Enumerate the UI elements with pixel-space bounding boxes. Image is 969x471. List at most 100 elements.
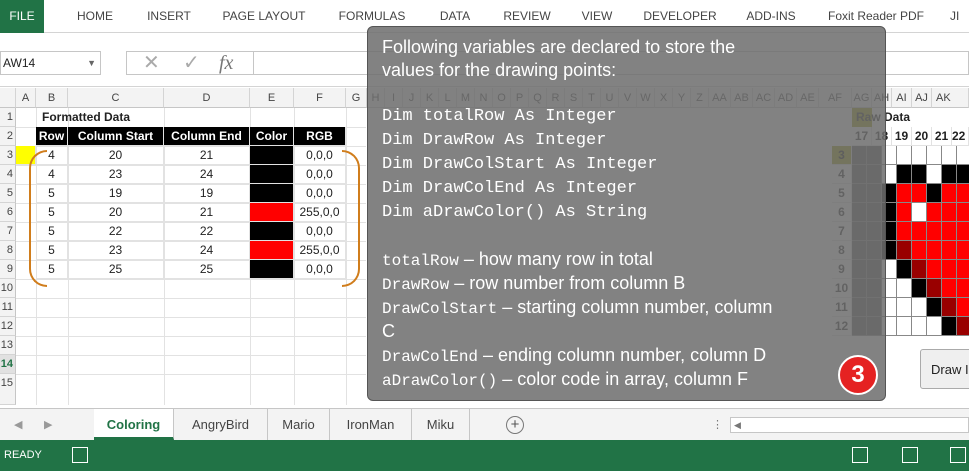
overlay-var-name: aDrawColor() xyxy=(382,372,498,390)
table-cell-rgb[interactable]: 0,0,0 xyxy=(294,165,346,184)
status-bar: READY xyxy=(0,440,969,471)
insert-function-icon[interactable]: fx xyxy=(219,52,233,74)
header-column-start: Column Start xyxy=(68,127,164,146)
table-cell-rgb[interactable]: 0,0,0 xyxy=(294,146,346,165)
table-cell-col-end[interactable]: 21 xyxy=(164,146,250,165)
sheet-tab-ironman[interactable]: IronMan xyxy=(330,409,412,440)
enter-icon[interactable]: ✓ xyxy=(183,52,200,74)
table-title: Formatted Data xyxy=(42,110,131,124)
sheet-tab-coloring[interactable]: Coloring xyxy=(94,409,174,440)
table-cell-rgb[interactable]: 0,0,0 xyxy=(294,184,346,203)
select-all-corner[interactable] xyxy=(0,88,16,108)
row-header[interactable]: 13 xyxy=(0,336,16,355)
status-ready: READY xyxy=(4,449,42,461)
row-header[interactable]: 8 xyxy=(0,241,16,260)
sheet-tab-mario[interactable]: Mario xyxy=(268,409,330,440)
table-cell-col-start[interactable]: 23 xyxy=(68,241,164,260)
row-header[interactable]: 1 xyxy=(0,108,16,127)
table-cell-color[interactable] xyxy=(250,146,294,165)
sheet-tab-angrybird[interactable]: AngryBird xyxy=(174,409,268,440)
overlay-var-name: totalRow xyxy=(382,252,459,270)
col-header-e[interactable]: E xyxy=(250,88,294,108)
sheet-tab-bar: ◀ ▶ Coloring AngryBird Mario IronMan Mik… xyxy=(0,408,969,440)
table-cell-col-end[interactable]: 25 xyxy=(164,260,250,279)
row-header[interactable]: 7 xyxy=(0,222,16,241)
scroll-left-icon[interactable]: ◀ xyxy=(14,409,22,441)
page-break-view-icon[interactable] xyxy=(950,447,966,463)
tab-ji[interactable]: JI xyxy=(950,0,969,33)
table-cell-rgb[interactable]: 0,0,0 xyxy=(294,222,346,241)
table-cell-col-end[interactable]: 19 xyxy=(164,184,250,203)
col-header-ak[interactable]: AK xyxy=(932,88,969,108)
col-header-a[interactable]: A xyxy=(16,88,36,108)
overlay-var-desc: – how many row in total xyxy=(458,249,653,269)
col-header-d[interactable]: D xyxy=(164,88,250,108)
table-cell-rgb[interactable]: 0,0,0 xyxy=(294,260,346,279)
row-header[interactable]: 4 xyxy=(0,165,16,184)
tab-home[interactable]: HOME xyxy=(66,0,124,33)
table-cell-color[interactable] xyxy=(250,184,294,203)
col-header-f[interactable]: F xyxy=(294,88,346,108)
col-header-g[interactable]: G xyxy=(346,88,367,108)
tab-file[interactable]: FILE xyxy=(0,0,44,33)
draw-button[interactable]: Draw I xyxy=(920,349,969,389)
row-header[interactable]: 5 xyxy=(0,184,16,203)
table-cell-col-start[interactable]: 25 xyxy=(68,260,164,279)
overlay-description: aDrawColor() – color code in array, colu… xyxy=(382,367,748,393)
row-header[interactable]: 3 xyxy=(0,146,16,165)
table-cell-color[interactable] xyxy=(250,165,294,184)
header-rgb: RGB xyxy=(294,127,346,146)
sheet-tab-miku[interactable]: Miku xyxy=(412,409,470,440)
cancel-icon[interactable]: ✕ xyxy=(143,52,160,74)
right-bracket-annotation xyxy=(342,150,360,287)
chevron-down-icon[interactable]: ▼ xyxy=(87,52,96,74)
col-header-c[interactable]: C xyxy=(68,88,164,108)
table-cell-col-end[interactable]: 24 xyxy=(164,241,250,260)
table-cell-color[interactable] xyxy=(250,241,294,260)
table-cell-col-start[interactable]: 19 xyxy=(68,184,164,203)
overlay-declaration: Dim DrawRow As Integer xyxy=(382,131,607,150)
raw-col-number: 20 xyxy=(912,127,932,146)
row-header[interactable]: 11 xyxy=(0,298,16,317)
formula-buttons: ✕ ✓ fx xyxy=(126,51,254,75)
table-cell-col-end[interactable]: 21 xyxy=(164,203,250,222)
table-cell-col-end[interactable]: 24 xyxy=(164,165,250,184)
overlay-declaration: Dim DrawColEnd As Integer xyxy=(382,179,638,198)
col-header-aj[interactable]: AJ xyxy=(912,88,932,108)
overlay-var-name: DrawColStart xyxy=(382,300,498,318)
table-cell-col-start[interactable]: 23 xyxy=(68,165,164,184)
row-header[interactable]: 15 xyxy=(0,374,16,405)
table-cell-color[interactable] xyxy=(250,222,294,241)
row-header[interactable]: 9 xyxy=(0,260,16,279)
table-cell-col-start[interactable]: 22 xyxy=(68,222,164,241)
overlay-declaration: Dim aDrawColor() As String xyxy=(382,203,648,222)
scroll-left-arrow-icon[interactable]: ◀ xyxy=(734,418,741,432)
page-layout-view-icon[interactable] xyxy=(902,447,918,463)
row-header[interactable]: 10 xyxy=(0,279,16,298)
table-cell-color[interactable] xyxy=(250,203,294,222)
col-header-ai[interactable]: AI xyxy=(892,88,912,108)
row-header[interactable]: 2 xyxy=(0,127,16,146)
table-cell-rgb[interactable]: 255,0,0 xyxy=(294,203,346,222)
table-cell-rgb[interactable]: 255,0,0 xyxy=(294,241,346,260)
more-options-icon[interactable]: ⋮ xyxy=(712,409,723,441)
normal-view-icon[interactable] xyxy=(852,447,868,463)
table-cell-col-start[interactable]: 20 xyxy=(68,146,164,165)
table-cell-col-end[interactable]: 22 xyxy=(164,222,250,241)
add-sheet-icon[interactable]: + xyxy=(506,416,524,434)
tab-insert[interactable]: INSERT xyxy=(140,0,198,33)
overlay-declaration: Dim totalRow As Integer xyxy=(382,107,617,126)
tab-page-layout[interactable]: PAGE LAYOUT xyxy=(216,0,312,33)
row-header-selected[interactable]: 14 xyxy=(0,355,16,374)
horizontal-scrollbar[interactable]: ◀ xyxy=(730,417,969,433)
row-header[interactable]: 6 xyxy=(0,203,16,222)
macro-record-icon[interactable] xyxy=(72,447,88,463)
name-box[interactable]: AW14 ▼ xyxy=(0,51,101,75)
col-header-b[interactable]: B xyxy=(36,88,68,108)
overlay-var-desc: – row number from column B xyxy=(449,273,686,293)
table-cell-color[interactable] xyxy=(250,260,294,279)
row-header[interactable]: 12 xyxy=(0,317,16,336)
overlay-description: DrawRow – row number from column B xyxy=(382,271,685,297)
scroll-right-icon[interactable]: ▶ xyxy=(44,409,52,441)
table-cell-col-start[interactable]: 20 xyxy=(68,203,164,222)
